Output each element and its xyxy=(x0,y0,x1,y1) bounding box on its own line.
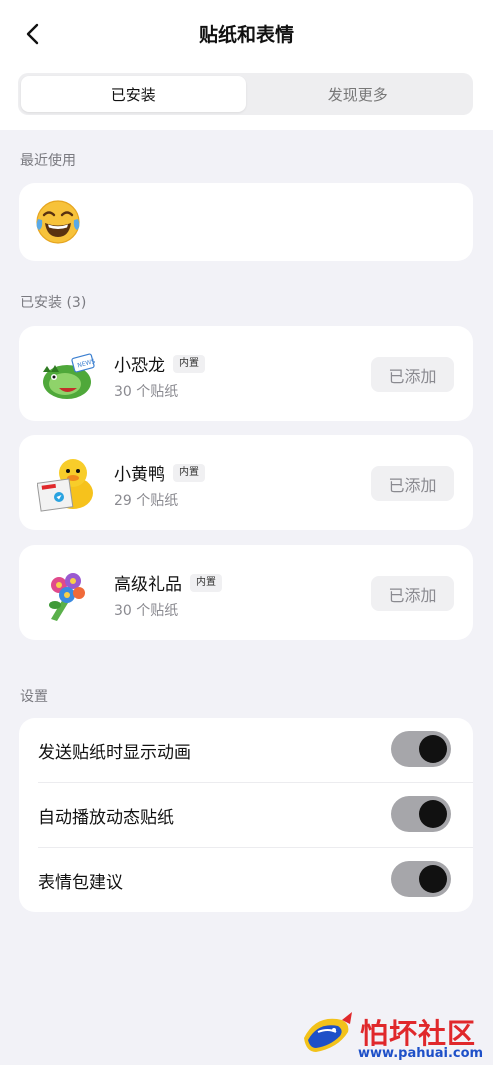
tears-of-joy-emoji-icon xyxy=(36,200,80,244)
watermark: 怕坏社区 www.pahuai.com xyxy=(298,1008,493,1065)
top-bar: 贴纸和表情 已安装 发现更多 xyxy=(0,0,493,130)
pack-sticker-count: 30 个贴纸 xyxy=(114,603,179,619)
sticker-pack-row[interactable]: NEWS 小恐龙 内置 30 个贴纸 已添加 xyxy=(19,326,473,421)
setting-row-send-animation[interactable]: 发送贴纸时显示动画 xyxy=(19,718,473,782)
pack-name: 高级礼品 xyxy=(114,575,182,595)
setting-label: 发送贴纸时显示动画 xyxy=(38,743,191,763)
toggle-knob xyxy=(419,865,447,893)
pack-sticker-count: 29 个贴纸 xyxy=(114,493,179,509)
built-in-badge: 内置 xyxy=(173,463,205,482)
watermark-url: www.pahuai.com xyxy=(358,1046,484,1061)
toggle-send-animation[interactable] xyxy=(391,731,451,767)
recent-sticker[interactable] xyxy=(33,197,83,247)
toggle-knob xyxy=(419,735,447,763)
built-in-badge: 内置 xyxy=(190,573,222,592)
page-title: 贴纸和表情 xyxy=(198,24,294,46)
setting-row-suggestions[interactable]: 表情包建议 xyxy=(19,848,473,912)
built-in-badge: 内置 xyxy=(173,354,205,373)
recent-card xyxy=(19,183,473,261)
segmented-control: 已安装 发现更多 xyxy=(18,73,473,115)
added-button[interactable]: 已添加 xyxy=(371,466,454,501)
section-label-recent: 最近使用 xyxy=(20,153,76,169)
pack-title: 高级礼品 内置 xyxy=(114,570,222,595)
pack-name: 小恐龙 xyxy=(114,356,165,376)
section-label-installed: 已安装 (3) xyxy=(20,295,87,311)
pack-name: 小黄鸭 xyxy=(114,465,165,485)
toggle-knob xyxy=(419,800,447,828)
pack-title: 小恐龙 内置 xyxy=(114,351,205,376)
setting-label: 自动播放动态贴纸 xyxy=(38,808,174,828)
bouquet-sticker-icon xyxy=(37,563,99,625)
tab-discover-more[interactable]: 发现更多 xyxy=(246,76,471,112)
dinosaur-sticker-icon: NEWS xyxy=(37,344,99,406)
section-label-settings: 设置 xyxy=(20,689,48,705)
pack-sticker-count: 30 个贴纸 xyxy=(114,384,179,400)
toggle-autoplay[interactable] xyxy=(391,796,451,832)
toggle-suggestions[interactable] xyxy=(391,861,451,897)
sticker-pack-row[interactable]: 高级礼品 内置 30 个贴纸 已添加 xyxy=(19,545,473,640)
sticker-pack-row[interactable]: 小黄鸭 内置 29 个贴纸 已添加 xyxy=(19,435,473,530)
duck-sticker-icon xyxy=(36,453,99,515)
tab-installed[interactable]: 已安装 xyxy=(21,76,246,112)
pack-title: 小黄鸭 内置 xyxy=(114,460,205,485)
settings-card: 发送贴纸时显示动画 自动播放动态贴纸 表情包建议 xyxy=(19,718,473,912)
setting-label: 表情包建议 xyxy=(38,873,123,893)
added-button[interactable]: 已添加 xyxy=(371,576,454,611)
setting-row-autoplay[interactable]: 自动播放动态贴纸 xyxy=(19,783,473,847)
added-button[interactable]: 已添加 xyxy=(371,357,454,392)
fish-logo-icon xyxy=(304,1012,352,1052)
